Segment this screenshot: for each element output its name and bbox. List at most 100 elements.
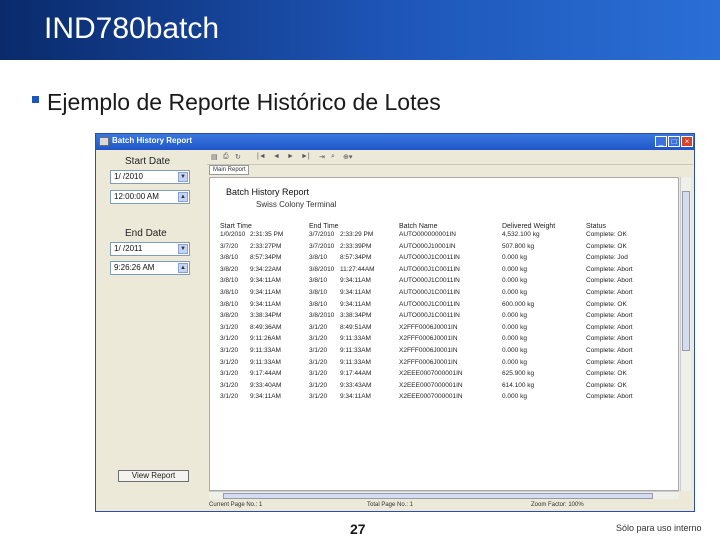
table-cell: 3/7/2010 [309, 231, 335, 238]
table-cell: 3/8/2010 [309, 265, 335, 273]
table-cell: 9:34:11AM [340, 289, 371, 296]
export-icon[interactable]: ▤ [211, 153, 218, 161]
title-banner: IND780batch [0, 0, 720, 60]
scroll-thumb[interactable] [682, 191, 690, 351]
maximize-button[interactable]: □ [668, 136, 680, 147]
table-cell: Complete: Abort [586, 358, 633, 366]
view-report-button[interactable]: View Report [118, 470, 189, 482]
end-date-label: End Date [125, 228, 167, 239]
vertical-scrollbar[interactable] [680, 177, 691, 491]
table-cell: 507.800 kg [502, 242, 535, 250]
table-cell: 9:11:33AM [250, 347, 281, 354]
table-cell: 3/1/20 [309, 347, 328, 354]
search-icon[interactable]: ⌕ [331, 153, 335, 161]
table-cell: 9:11:26AM [250, 335, 281, 343]
table-cell: 2:33:39PM [340, 242, 372, 250]
start-time-field[interactable]: 12:00:00 AM ▲ [110, 190, 190, 204]
table-cell: 0.000 kg [502, 277, 527, 285]
table-cell: 3/1/20 [309, 381, 328, 389]
table-cell: Complete: Abort [586, 393, 633, 401]
table-cell: 3/1/20 [309, 323, 328, 331]
start-date-label: Start Date [125, 156, 171, 167]
first-page-icon[interactable]: |◄ [257, 153, 266, 160]
start-date-field[interactable]: 1/ /2010 ▼ [110, 170, 190, 184]
viewer-toolbar: ▤ ⎙ ↻ |◄ ◄ ► ►| ⇥ ⌕ ⊕▾ [207, 150, 693, 165]
table-cell: Complete: OK [586, 242, 627, 250]
table-cell: 3/1/20 [220, 370, 239, 378]
table-cell: 3/8/10 [220, 254, 239, 262]
col-header-start-time: Start Time [220, 223, 252, 230]
start-date-value: 1/ /2010 [114, 172, 143, 181]
table-cell: 9:34:11AM [340, 300, 371, 308]
table-cell: Complete: OK [586, 370, 627, 378]
print-icon[interactable]: ⎙ [223, 153, 229, 161]
table-cell: 1/0/2010 [220, 231, 246, 238]
end-date-field[interactable]: 1/ /2011 ▼ [110, 242, 190, 256]
table-cell: 9:34:11AM [250, 289, 281, 296]
footer-note: Sólo para uso interno [616, 523, 702, 533]
table-cell: AUTO000000001IN [399, 231, 456, 238]
last-page-icon[interactable]: ►| [301, 153, 310, 160]
table-cell: 8:57:34PM [250, 254, 282, 262]
table-cell: 9:17:44AM [250, 370, 282, 378]
table-cell: 3/1/20 [220, 335, 239, 343]
table-cell: 8:49:36AM [250, 323, 282, 331]
table-cell: 3/1/20 [220, 323, 239, 331]
table-cell: 3/1/20 [309, 370, 328, 378]
table-cell: 625.900 kg [502, 370, 535, 378]
table-cell: 3/1/20 [220, 358, 239, 366]
col-header-status: Status [586, 223, 606, 230]
app-icon [99, 137, 109, 146]
table-cell: 9:33:40AM [250, 381, 282, 389]
next-page-icon[interactable]: ► [287, 153, 294, 160]
table-cell: AUTO000J1C0011IN [399, 254, 460, 262]
table-cell: 3/7/2010 [309, 242, 335, 250]
table-cell: 2:31:35 PM [250, 231, 284, 238]
table-cell: 614.100 kg [502, 381, 535, 389]
table-cell: 3/8/10 [220, 289, 239, 296]
prev-page-icon[interactable]: ◄ [273, 153, 280, 160]
table-cell: 9:33:43AM [340, 381, 372, 389]
table-cell: 9:34:11AM [250, 277, 281, 285]
table-cell: X2EEE0007000001IN [399, 381, 463, 389]
table-cell: 0.000 kg [502, 289, 527, 296]
table-cell: AUTO000J1C0011IN [399, 312, 460, 320]
horizontal-scrollbar[interactable] [209, 491, 679, 499]
table-cell: 0.000 kg [502, 358, 527, 366]
spin-icon[interactable]: ▲ [178, 263, 188, 273]
status-current-page: Current Page No.: 1 [209, 502, 263, 508]
refresh-icon[interactable]: ↻ [235, 153, 241, 161]
table-cell: 3/8/10 [309, 300, 328, 308]
scroll-thumb[interactable] [223, 493, 653, 499]
table-cell: 9:34:11AM [250, 393, 281, 401]
tab-main-report[interactable]: Main Report [209, 165, 249, 175]
table-cell: 3/8/20 [220, 265, 239, 273]
table-cell: 3/1/20 [220, 393, 239, 401]
status-total-pages: Total Page No.: 1 [367, 502, 414, 508]
end-time-value: 9:26:26 AM [114, 263, 155, 272]
end-date-value: 1/ /2011 [114, 244, 143, 253]
report-viewer: ▤ ⎙ ↻ |◄ ◄ ► ►| ⇥ ⌕ ⊕▾ Main Report Batch… [207, 150, 693, 511]
table-cell: 3/1/20 [309, 358, 328, 366]
table-cell: 4,532.100 kg [502, 231, 540, 238]
minimize-button[interactable]: _ [655, 136, 667, 147]
end-time-field[interactable]: 9:26:26 AM ▲ [110, 261, 190, 275]
table-cell: 3/1/20 [220, 347, 239, 354]
table-cell: 2:33:27PM [250, 242, 282, 250]
bullet-marker [32, 96, 39, 103]
table-cell: 3/8/10 [309, 254, 328, 262]
table-cell: 0.000 kg [502, 312, 527, 320]
status-zoom: Zoom Factor: 100% [531, 502, 584, 508]
table-cell: 0.000 kg [502, 265, 527, 273]
table-cell: 9:34:11AM [340, 393, 371, 401]
table-cell: 3/8/2010 [309, 312, 335, 320]
goto-page-icon[interactable]: ⇥ [319, 153, 325, 161]
zoom-icon[interactable]: ⊕▾ [343, 153, 352, 161]
table-cell: Complete: Jod [586, 254, 628, 262]
close-button[interactable]: × [681, 136, 693, 147]
table-cell: AUTO000J1C0011IN [399, 265, 460, 273]
spin-icon[interactable]: ▲ [178, 192, 188, 202]
chevron-down-icon[interactable]: ▼ [178, 172, 188, 182]
window-titlebar[interactable]: Batch History Report _ □ × [96, 134, 694, 150]
chevron-down-icon[interactable]: ▼ [178, 244, 188, 254]
